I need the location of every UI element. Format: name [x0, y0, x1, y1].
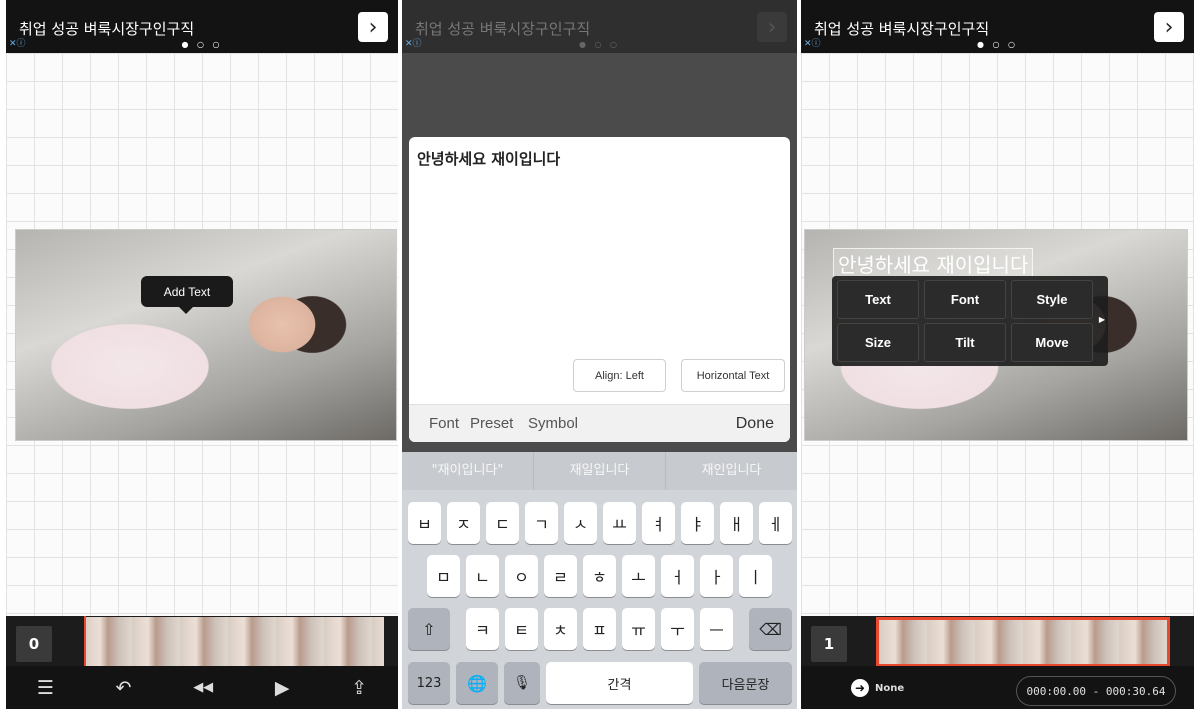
ad-page-dots: ● ○ ○	[181, 40, 223, 49]
preset-tab[interactable]: Preset	[470, 415, 513, 432]
editor-toolbar: Font Preset Symbol Done	[409, 404, 790, 442]
bottom-toolbar: ☰ ↶ ◀◀ ▶ ⇪	[6, 666, 398, 709]
clip-number-badge[interactable]: 0	[16, 626, 52, 662]
arrow-right-icon: ➜	[851, 679, 869, 697]
key[interactable]: ㅋ	[466, 608, 499, 650]
suggestion-item[interactable]: 재일입니다	[534, 452, 666, 490]
text-button[interactable]: Text	[837, 280, 919, 319]
clip-number-badge[interactable]: 1	[811, 626, 847, 662]
key[interactable]: ㄴ	[466, 555, 499, 597]
add-text-tooltip[interactable]: Add Text	[141, 276, 233, 314]
horizontal-text-button[interactable]: Horizontal Text	[681, 359, 785, 392]
key[interactable]: ㅡ	[700, 608, 733, 650]
return-key[interactable]: 다음문장	[699, 662, 792, 704]
text-input-field[interactable]: 안녕하세요 재이입니다	[417, 148, 560, 169]
key[interactable]: ㅌ	[505, 608, 538, 650]
text-edit-menu-screen: ✕ⓘ 취업 성공 벼룩시장구인구직 ● ○ ○ › 안녕하세요 재이입니다 Te…	[801, 0, 1194, 709]
ad-page-dots: ● ○ ○	[578, 40, 621, 49]
playhead[interactable]	[84, 616, 86, 666]
editor-screen-add-text: ✕ⓘ 취업 성공 벼룩시장구인구직 ● ○ ○ › Add Text 0 ☰ ↶…	[6, 0, 398, 709]
key[interactable]: ㅣ	[739, 555, 772, 597]
timeline: 0	[6, 616, 398, 667]
rewind-icon[interactable]: ◀◀	[193, 680, 213, 695]
done-button[interactable]: Done	[736, 415, 774, 433]
ad-title[interactable]: 취업 성공 벼룩시장구인구직	[19, 18, 194, 39]
mic-icon[interactable]: 🎙	[504, 662, 540, 704]
ad-arrow-icon[interactable]: ›	[358, 12, 388, 42]
key[interactable]: ㅊ	[544, 608, 577, 650]
text-editor-dialog: 안녕하세요 재이입니다 Align: Left Horizontal Text …	[409, 137, 790, 442]
photo-canvas[interactable]	[15, 229, 397, 441]
menu-icon[interactable]: ☰	[37, 677, 54, 699]
transition-label: None	[875, 682, 905, 694]
share-icon[interactable]: ⇪	[351, 677, 367, 699]
korean-keyboard: "재이입니다" 재일입니다 재인입니다 ㅂ ㅈ ㄷ ㄱ ㅅ ㅛ ㅕ ㅑ ㅐ ㅔ …	[402, 452, 797, 709]
ad-page-dots: ● ○ ○	[976, 40, 1019, 49]
key[interactable]: ㅔ	[759, 502, 792, 544]
size-button[interactable]: Size	[837, 323, 919, 362]
ad-title: 취업 성공 벼룩시장구인구직	[415, 20, 591, 38]
key[interactable]: ㅎ	[583, 555, 616, 597]
undo-icon[interactable]: ↶	[116, 677, 132, 699]
key[interactable]: ㅓ	[661, 555, 694, 597]
menu-more-arrow-icon[interactable]: ▶	[1099, 315, 1105, 324]
ad-banner[interactable]: ✕ⓘ 취업 성공 벼룩시장구인구직 ● ○ ○ ›	[6, 0, 398, 53]
timeline-clip-strip-selected[interactable]	[876, 617, 1170, 667]
shift-key[interactable]: ⇧	[408, 608, 450, 650]
suggestion-item[interactable]: "재이입니다"	[402, 452, 534, 490]
font-tab[interactable]: Font	[429, 415, 459, 432]
key[interactable]: ㅂ	[408, 502, 441, 544]
play-icon[interactable]: ▶	[275, 677, 290, 699]
text-overlay[interactable]: 안녕하세요 재이입니다	[833, 248, 1034, 279]
key[interactable]: ㅇ	[505, 555, 538, 597]
key[interactable]: ㅁ	[427, 555, 460, 597]
bottom-bar: ➜ None 000:00.00 - 000:30.64	[801, 666, 1194, 709]
key[interactable]: ㅐ	[720, 502, 753, 544]
timecode-display[interactable]: 000:00.00 - 000:30.64	[1016, 676, 1176, 706]
key[interactable]: ㄷ	[486, 502, 519, 544]
suggestion-bar: "재이입니다" 재일입니다 재인입니다	[402, 452, 797, 490]
symbol-tab[interactable]: Symbol	[528, 415, 578, 432]
baby-photo	[16, 230, 396, 440]
suggestion-item[interactable]: 재인입니다	[666, 452, 797, 490]
ad-banner-dimmed: ✕ⓘ 취업 성공 벼룩시장구인구직 ● ○ ○ ›	[402, 0, 797, 53]
tilt-button[interactable]: Tilt	[924, 323, 1006, 362]
key[interactable]: ㅕ	[642, 502, 675, 544]
key[interactable]: ㅅ	[564, 502, 597, 544]
style-button[interactable]: Style	[1011, 280, 1093, 319]
key[interactable]: ㅏ	[700, 555, 733, 597]
key[interactable]: ㅠ	[622, 608, 655, 650]
align-left-button[interactable]: Align: Left	[573, 359, 666, 392]
key[interactable]: ㅗ	[622, 555, 655, 597]
key[interactable]: ㅜ	[661, 608, 694, 650]
transition-selector[interactable]: ➜ None	[851, 679, 904, 697]
key[interactable]: ㅈ	[447, 502, 480, 544]
key[interactable]: ㅍ	[583, 608, 616, 650]
ad-title[interactable]: 취업 성공 벼룩시장구인구직	[814, 18, 989, 39]
ad-banner[interactable]: ✕ⓘ 취업 성공 벼룩시장구인구직 ● ○ ○ ›	[801, 0, 1194, 53]
key[interactable]: ㅑ	[681, 502, 714, 544]
text-edit-menu: Text Font Style Size Tilt Move ▶	[832, 276, 1108, 366]
space-key[interactable]: 간격	[546, 662, 693, 704]
ad-arrow-icon: ›	[757, 12, 787, 42]
numbers-key[interactable]: 123	[408, 662, 450, 704]
timeline-clip-strip[interactable]	[84, 617, 384, 667]
ad-arrow-icon[interactable]: ›	[1154, 12, 1184, 42]
globe-icon[interactable]: 🌐	[456, 662, 498, 704]
font-button[interactable]: Font	[924, 280, 1006, 319]
move-button[interactable]: Move	[1011, 323, 1093, 362]
timeline: 1	[801, 616, 1194, 667]
delete-key[interactable]: ⌫	[749, 608, 792, 650]
key[interactable]: ㅛ	[603, 502, 636, 544]
text-input-screen: ✕ⓘ 취업 성공 벼룩시장구인구직 ● ○ ○ › 안녕하세요 재이입니다 Al…	[402, 0, 797, 709]
key[interactable]: ㄱ	[525, 502, 558, 544]
key[interactable]: ㄹ	[544, 555, 577, 597]
